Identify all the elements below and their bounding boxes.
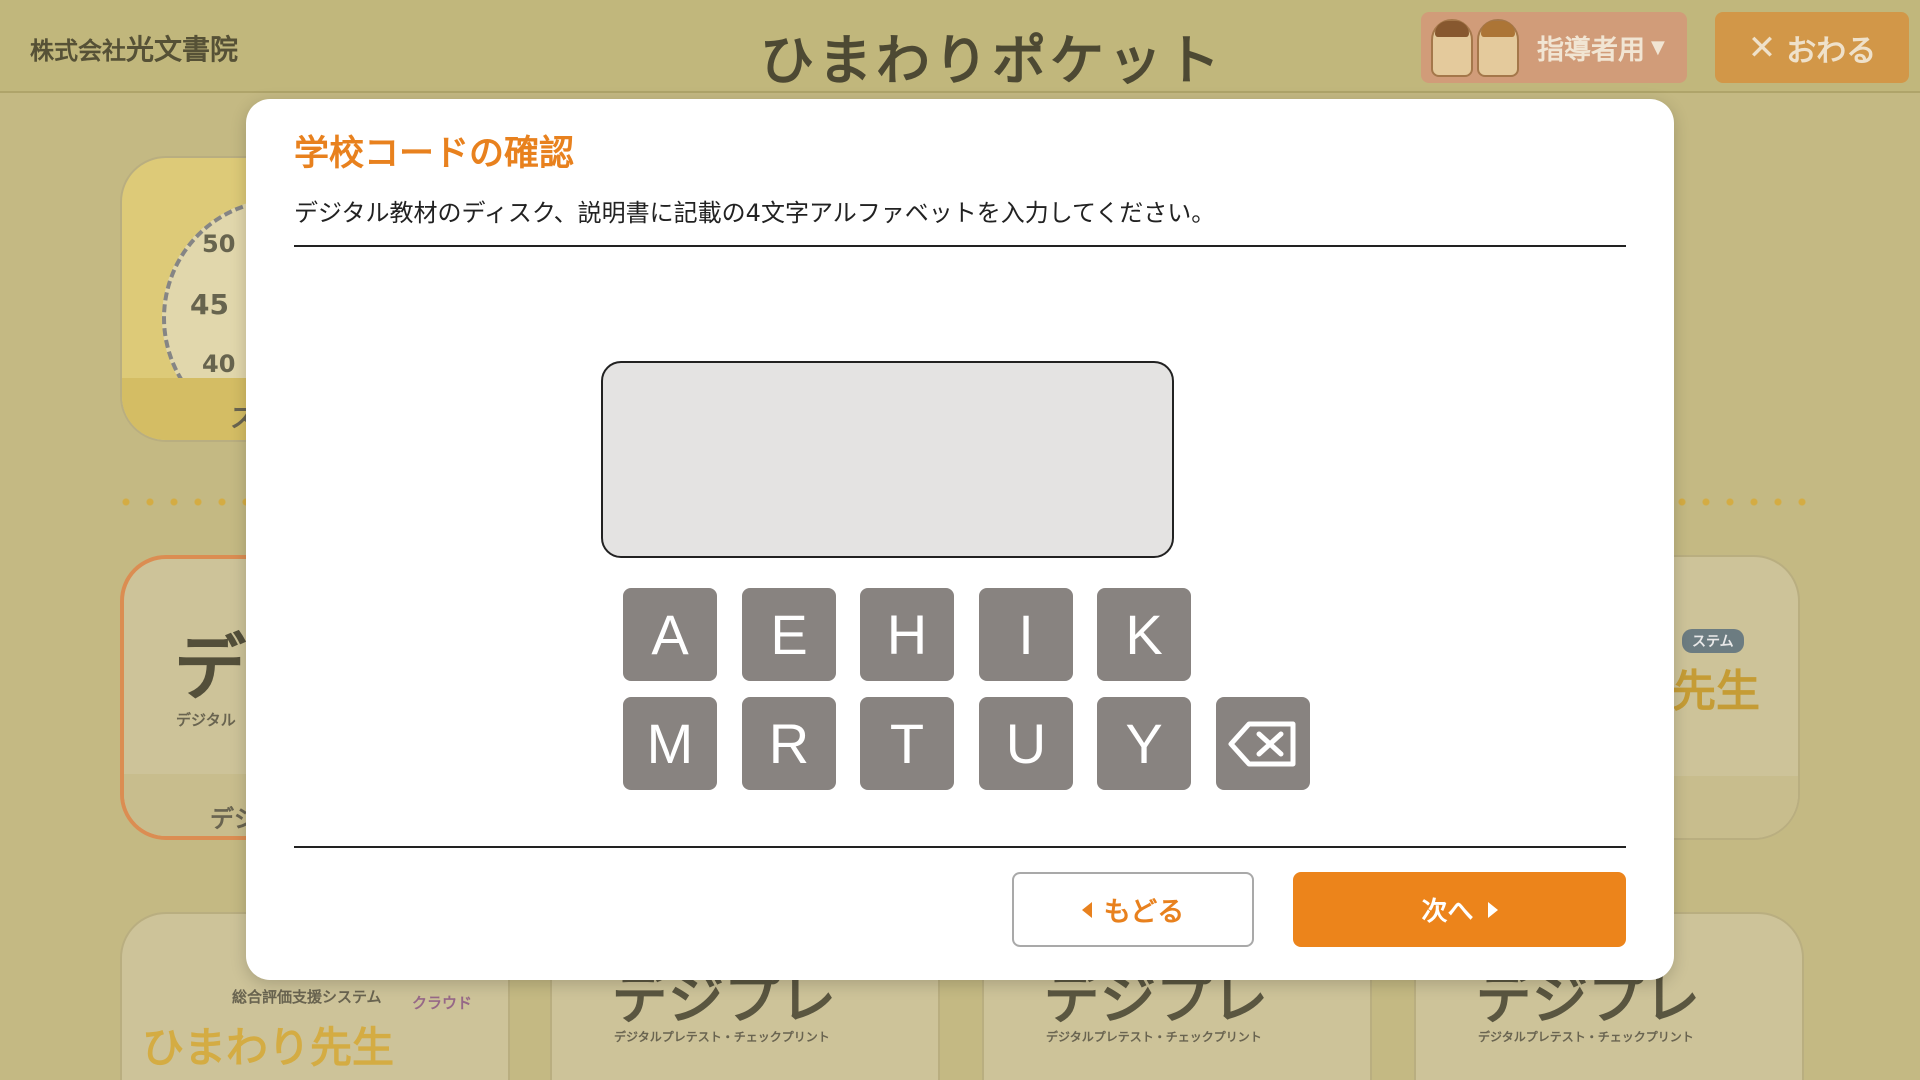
key-e[interactable]: E: [742, 588, 836, 681]
key-a[interactable]: A: [623, 588, 717, 681]
key-u[interactable]: U: [979, 697, 1073, 790]
key-m[interactable]: M: [623, 697, 717, 790]
divider: [294, 245, 1626, 247]
back-button[interactable]: もどる: [1012, 872, 1254, 947]
dialog-title: 学校コードの確認: [294, 134, 575, 174]
key-h[interactable]: H: [860, 588, 954, 681]
key-i[interactable]: I: [979, 588, 1073, 681]
school-code-input[interactable]: [601, 361, 1174, 558]
next-button[interactable]: 次へ: [1293, 872, 1626, 947]
backspace-key[interactable]: [1216, 697, 1310, 790]
divider: [294, 846, 1626, 848]
key-y[interactable]: Y: [1097, 697, 1191, 790]
next-button-label: 次へ: [1421, 897, 1474, 927]
dialog-description: デジタル教材のディスク、説明書に記載の4文字アルファベットを入力してください。: [294, 199, 1216, 227]
backspace-icon: [1228, 721, 1296, 766]
school-code-dialog: 学校コードの確認 デジタル教材のディスク、説明書に記載の4文字アルファベットを入…: [246, 99, 1674, 980]
triangle-right-icon: [1487, 901, 1498, 918]
key-t[interactable]: T: [860, 697, 954, 790]
key-r[interactable]: R: [742, 697, 836, 790]
triangle-left-icon: [1081, 901, 1092, 918]
key-k[interactable]: K: [1097, 588, 1191, 681]
back-button-label: もどる: [1103, 897, 1185, 928]
